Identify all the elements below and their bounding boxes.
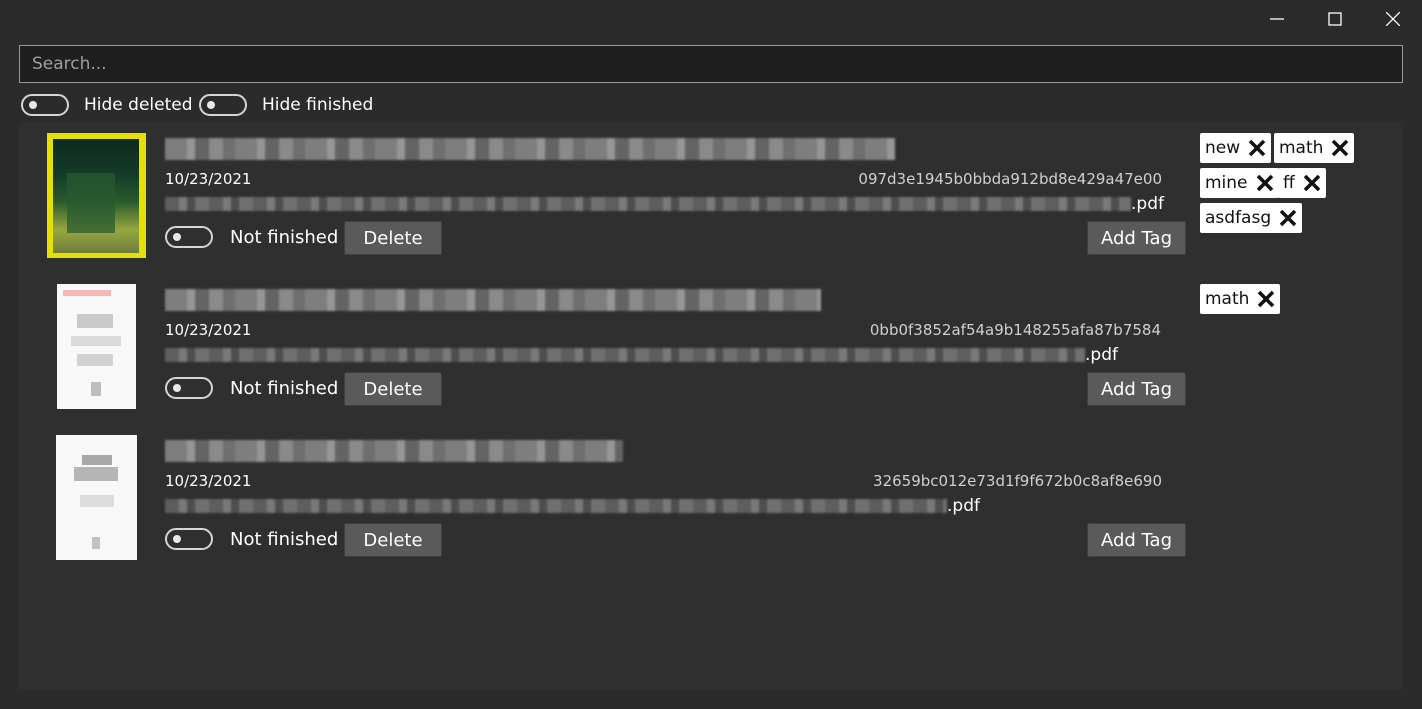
remove-tag-icon[interactable] — [1301, 172, 1323, 194]
finished-toggle[interactable] — [165, 377, 213, 399]
document-item: 10/23/2021 0bb0f3852af54a9b148255afa87b7… — [19, 273, 1403, 413]
maximize-icon — [1328, 12, 1342, 26]
remove-tag-icon[interactable] — [1329, 137, 1351, 159]
delete-button[interactable]: Delete — [344, 221, 442, 255]
minimize-icon — [1270, 18, 1284, 20]
document-item: 10/23/2021 097d3e1945b0bbda912bd8e429a47… — [19, 122, 1403, 262]
tag-chip: math — [1200, 284, 1281, 314]
document-date: 10/23/2021 — [165, 170, 252, 188]
add-tag-button[interactable]: Add Tag — [1087, 221, 1186, 255]
tag-label: math — [1205, 289, 1250, 309]
document-path — [165, 499, 947, 513]
finished-toggle[interactable] — [165, 528, 213, 550]
tag-chip: math — [1274, 133, 1355, 163]
hide-finished-toggle[interactable] — [199, 94, 247, 116]
document-path — [165, 348, 1085, 362]
hide-deleted-toggle[interactable] — [21, 94, 69, 116]
tag-chip: ff — [1278, 168, 1326, 198]
close-button[interactable] — [1364, 0, 1422, 38]
document-thumbnail[interactable] — [56, 435, 137, 560]
finished-toggle[interactable] — [165, 226, 213, 248]
document-title — [165, 289, 821, 311]
tag-chip: asdfasg — [1200, 203, 1303, 233]
search-input[interactable] — [20, 46, 1402, 82]
hide-deleted-label: Hide deleted — [84, 95, 193, 115]
hide-finished-label: Hide finished — [262, 95, 374, 115]
tag-label: new — [1205, 138, 1241, 158]
document-item: 10/23/2021 32659bc012e73d1f9f672b0c8af8e… — [19, 424, 1403, 564]
document-hash: 097d3e1945b0bbda912bd8e429a47e00 — [858, 170, 1162, 188]
close-icon — [1386, 12, 1400, 26]
document-thumbnail[interactable] — [47, 133, 146, 258]
minimize-button[interactable] — [1248, 0, 1306, 38]
finished-status-label: Not finished — [230, 227, 339, 248]
tag-chip: mine — [1200, 168, 1279, 198]
add-tag-button[interactable]: Add Tag — [1087, 372, 1186, 406]
document-extension: .pdf — [1085, 345, 1118, 365]
remove-tag-icon[interactable] — [1246, 137, 1268, 159]
tag-label: asdfasg — [1205, 208, 1272, 228]
document-list: 10/23/2021 097d3e1945b0bbda912bd8e429a47… — [19, 122, 1403, 690]
finished-status-label: Not finished — [230, 529, 339, 550]
document-title — [165, 138, 895, 160]
document-hash: 32659bc012e73d1f9f672b0c8af8e690 — [873, 472, 1162, 490]
delete-button[interactable]: Delete — [344, 523, 442, 557]
remove-tag-icon[interactable] — [1255, 288, 1277, 310]
document-date: 10/23/2021 — [165, 321, 252, 339]
document-extension: .pdf — [947, 496, 980, 516]
tag-label: math — [1279, 138, 1324, 158]
maximize-button[interactable] — [1306, 0, 1364, 38]
document-extension: .pdf — [1131, 194, 1164, 214]
search-box — [19, 45, 1403, 83]
document-hash: 0bb0f3852af54a9b148255afa87b7584 — [869, 321, 1161, 339]
finished-status-label: Not finished — [230, 378, 339, 399]
document-path — [165, 197, 1131, 211]
document-date: 10/23/2021 — [165, 472, 252, 490]
document-thumbnail[interactable] — [57, 284, 136, 409]
delete-button[interactable]: Delete — [344, 372, 442, 406]
document-title — [165, 440, 623, 462]
tag-label: ff — [1283, 173, 1295, 193]
tag-chip: new — [1200, 133, 1272, 163]
remove-tag-icon[interactable] — [1254, 172, 1276, 194]
add-tag-button[interactable]: Add Tag — [1087, 523, 1186, 557]
tag-label: mine — [1205, 173, 1248, 193]
remove-tag-icon[interactable] — [1277, 207, 1299, 229]
